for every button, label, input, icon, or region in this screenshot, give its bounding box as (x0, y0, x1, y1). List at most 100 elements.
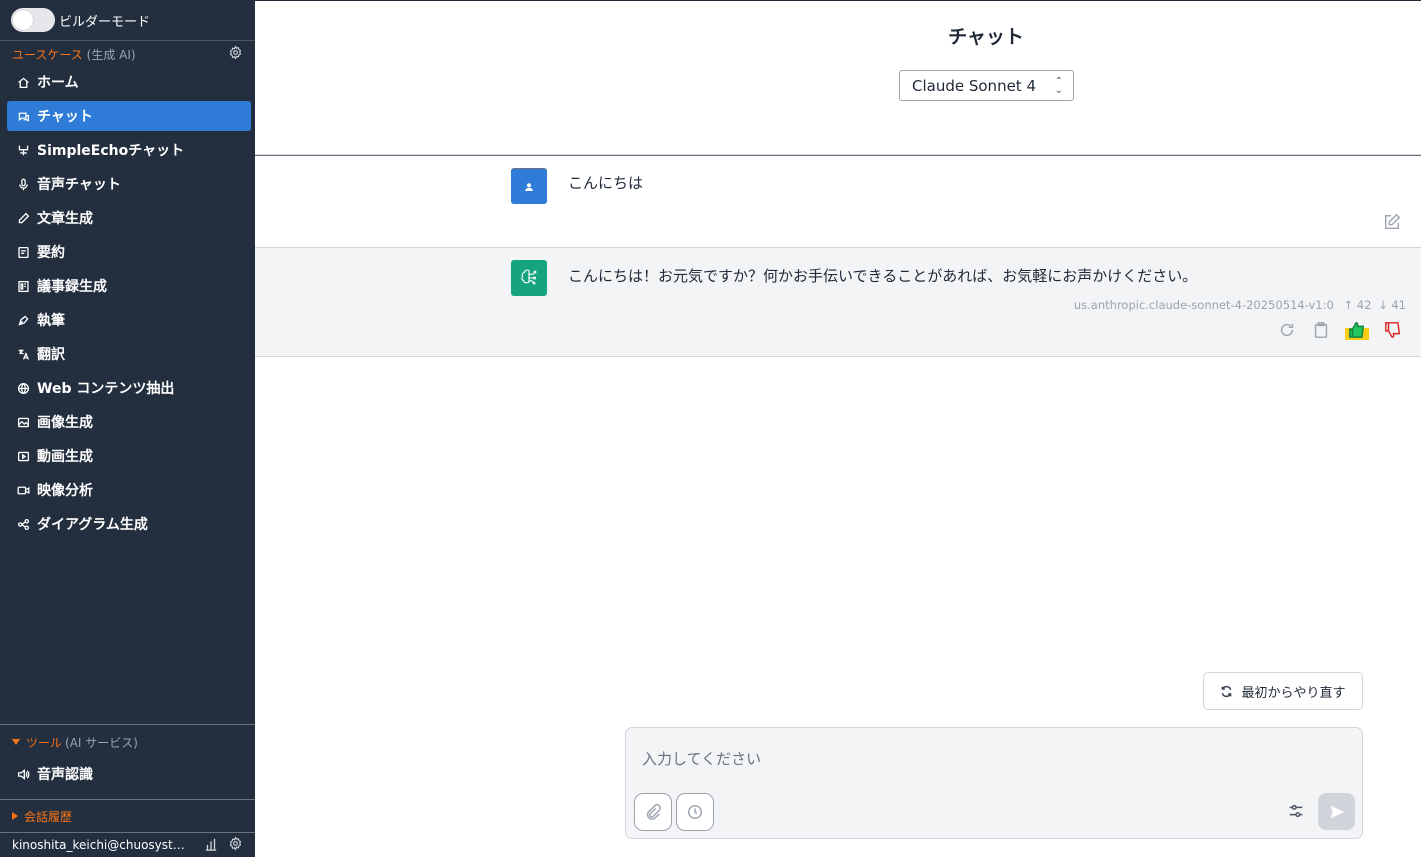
model-select-value: Claude Sonnet 4 (912, 76, 1036, 95)
sidebar-item-label: 動画生成 (37, 449, 93, 465)
divider (255, 356, 1421, 357)
sidebar-item-label: 執筆 (37, 313, 65, 329)
sidebar-item-video-analysis[interactable]: 映像分析 (7, 475, 251, 505)
edit-icon[interactable] (1383, 213, 1401, 231)
chat-input[interactable]: 入力してください (642, 748, 761, 769)
summary-icon (16, 245, 30, 259)
diagram-icon (16, 517, 30, 531)
sidebar-item-label: 音声チャット (37, 177, 121, 193)
caret-down-icon (12, 739, 20, 745)
home-icon (16, 75, 30, 89)
refresh-icon (1222, 685, 1232, 697)
usecases-header: ユースケース (生成 AI) (0, 41, 255, 67)
restart-label: 最初からやり直す (1241, 685, 1346, 701)
clock-icon (687, 804, 703, 820)
camera-icon (16, 483, 30, 497)
minutes-icon (16, 279, 30, 293)
user-email: kinoshita_keichi@chuosystem.co.jp (12, 838, 187, 852)
tools-section: ツール (AI サービス) 音声認識 (0, 724, 255, 793)
sidebar-item-minutes[interactable]: 議事録生成 (7, 271, 251, 301)
regenerate-icon[interactable] (1277, 320, 1297, 340)
sidebar-item-label: SimpleEchoチャット (37, 143, 185, 159)
model-id: us.anthropic.claude-sonnet-4-20250514-v1… (1073, 298, 1334, 312)
speaker-icon (16, 767, 30, 781)
image-icon (16, 415, 30, 429)
pencil-icon (16, 211, 30, 225)
usecases-title: ユースケース (12, 47, 83, 62)
sidebar-item-translation[interactable]: 翻訳 (7, 339, 251, 369)
assistant-message: こんにちは！お元気ですか？何かお手伝いできることがあれば、お気軽にお声かけくださ… (255, 248, 1421, 356)
tools-header[interactable]: ツール (AI サービス) (0, 725, 255, 759)
brain-circuit-icon (521, 269, 537, 285)
sidebar-item-label: チャット (37, 109, 93, 125)
input-tokens: ↑ 42 (1343, 298, 1372, 312)
builder-mode-toggle[interactable] (11, 8, 55, 32)
sidebar-item-home[interactable]: ホーム (7, 67, 251, 97)
main-area: チャット Claude Sonnet 4 ⌃ ⌄ こんにちは こんにちは！お元気で… (255, 0, 1421, 857)
history-header[interactable]: 会話履歴 (0, 799, 255, 832)
sidebar-item-image-generation[interactable]: 画像生成 (7, 407, 251, 437)
attach-button[interactable] (634, 793, 672, 831)
user-avatar (511, 168, 547, 204)
echo-icon (16, 143, 30, 157)
user-footer: kinoshita_keichi@chuosystem.co.jp (0, 832, 255, 857)
thumbs-up-icon[interactable] (1345, 320, 1369, 340)
chat-composer[interactable]: 入力してください (625, 727, 1363, 839)
history-button[interactable] (676, 793, 714, 831)
sidebar-item-simple-echo-chat[interactable]: SimpleEchoチャット (7, 135, 251, 165)
clipboard-icon[interactable] (1311, 320, 1331, 340)
caret-right-icon (12, 812, 18, 820)
stats-icon[interactable] (204, 837, 218, 854)
pen-nib-icon (16, 313, 30, 327)
sidebar-item-text-generation[interactable]: 文章生成 (7, 203, 251, 233)
sidebar-item-web-extract[interactable]: Web コンテンツ抽出 (7, 373, 251, 403)
sidebar-item-label: Web コンテンツ抽出 (37, 381, 175, 397)
usecase-nav: ホーム チャット SimpleEchoチャット 音声チャット 文章生成 要約 議… (0, 67, 255, 539)
tools-subtitle: (AI サービス) (65, 735, 138, 750)
person-icon (525, 182, 533, 191)
builder-mode-label: ビルダーモード (59, 14, 151, 30)
video-play-icon (16, 449, 30, 463)
output-tokens: ↓ 41 (1378, 298, 1406, 312)
chat-icon (16, 109, 30, 123)
message-meta: us.anthropic.claude-sonnet-4-20250514-v1… (1074, 298, 1406, 312)
settings-gear-icon[interactable] (228, 836, 243, 854)
restart-button[interactable]: 最初からやり直す (1203, 672, 1363, 710)
send-button[interactable] (1318, 793, 1355, 830)
sliders-icon (1289, 804, 1303, 818)
sidebar-item-label: ダイアグラム生成 (37, 517, 148, 533)
model-select[interactable]: Claude Sonnet 4 ⌃ ⌄ (899, 70, 1074, 101)
tools-title: ツール (26, 735, 63, 750)
user-message: こんにちは (255, 155, 1421, 247)
sidebar-item-writing[interactable]: 執筆 (7, 305, 251, 335)
sidebar-item-label: 議事録生成 (37, 279, 107, 295)
sidebar-item-speech-recognition[interactable]: 音声認識 (7, 759, 251, 789)
send-icon (1330, 805, 1344, 818)
globe-icon (16, 381, 30, 395)
chevron-updown-icon: ⌃ ⌄ (1054, 76, 1063, 96)
paperclip-icon (646, 804, 661, 820)
gear-icon[interactable] (228, 45, 243, 63)
message-actions (1277, 320, 1403, 340)
usecases-subtitle: (生成 AI) (86, 47, 136, 62)
sidebar-item-video-generation[interactable]: 動画生成 (7, 441, 251, 471)
builder-mode-row: ビルダーモード (0, 0, 255, 41)
sidebar-item-summary[interactable]: 要約 (7, 237, 251, 267)
sidebar-item-label: 音声認識 (37, 767, 93, 783)
sidebar-item-label: 要約 (37, 245, 65, 261)
sidebar: ビルダーモード ユースケース (生成 AI) ホーム チャット SimpleEc… (0, 0, 255, 857)
sidebar-item-diagram-generation[interactable]: ダイアグラム生成 (7, 509, 251, 539)
parameters-button[interactable] (1286, 801, 1306, 821)
thumbs-down-icon[interactable] (1383, 320, 1403, 340)
sidebar-item-chat[interactable]: チャット (7, 101, 251, 131)
page-title: チャット (948, 26, 1024, 48)
translate-icon (16, 347, 30, 361)
bot-avatar (511, 260, 547, 296)
message-text: こんにちは (568, 174, 644, 192)
sidebar-item-label: 映像分析 (37, 483, 93, 499)
history-title: 会話履歴 (24, 809, 73, 824)
sidebar-item-label: 翻訳 (37, 347, 65, 363)
sidebar-item-voice-chat[interactable]: 音声チャット (7, 169, 251, 199)
mic-icon (16, 177, 30, 191)
sidebar-item-label: 文章生成 (37, 211, 93, 227)
